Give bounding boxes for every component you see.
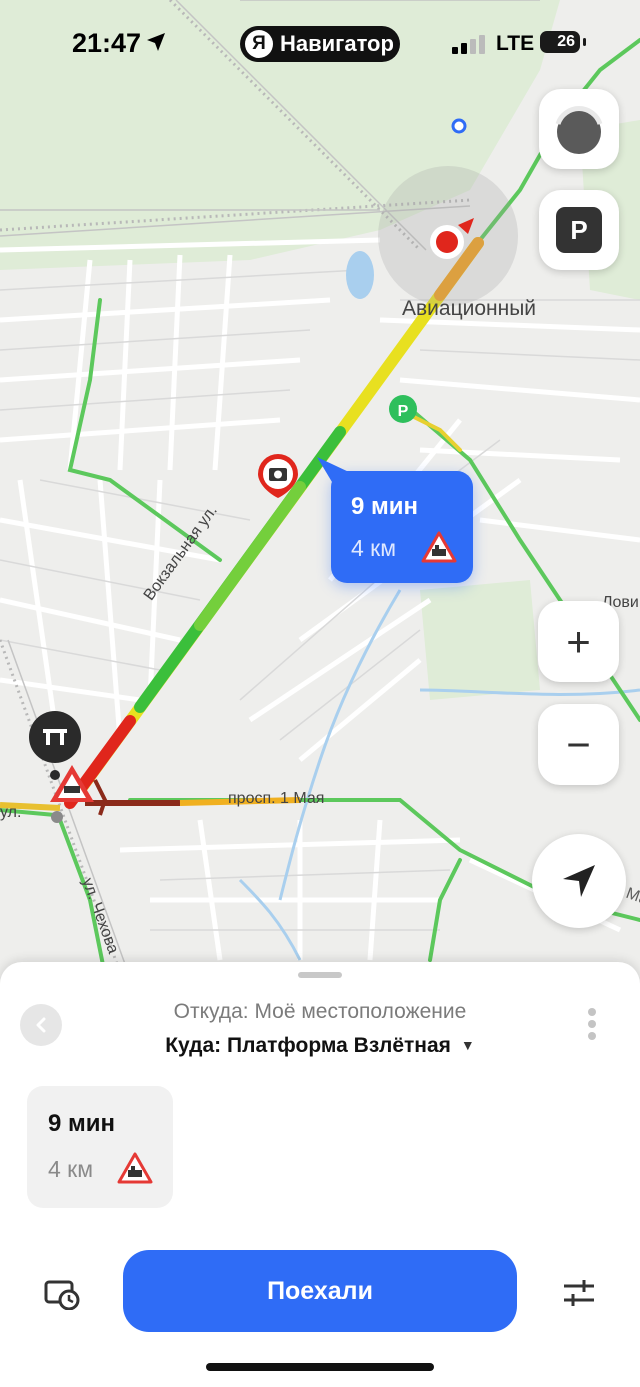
street-label-1-maya: просп. 1 Мая [228,790,325,807]
status-time: 21:47 [72,28,142,58]
to-location[interactable]: Куда: Платформа Взлётная ▼ [0,1034,640,1058]
plus-icon: + [566,617,591,665]
my-location-button[interactable] [532,834,626,928]
from-location[interactable]: Откуда: Моё местоположение [0,1000,640,1024]
dropdown-arrow-icon: ▼ [460,1037,475,1053]
yandex-logo-icon: Я [245,30,273,58]
route-sheet: Откуда: Моё местоположение Куда: Платфор… [0,962,640,1387]
minus-icon: − [566,720,591,768]
railway-crossing-warning-icon [421,531,457,563]
home-indicator[interactable] [206,1363,434,1371]
sheet-grabber[interactable] [298,972,342,978]
to-location-text: Куда: Платформа Взлётная [165,1034,451,1057]
app-name: Навигатор [280,31,394,56]
parking-layer-button[interactable]: P [539,190,619,270]
network-type: LTE [496,32,535,55]
status-bar: 21:47 Я Навигатор LTE 26 [0,0,640,88]
route-option-time: 9 мин [48,1110,116,1137]
app-back-pill[interactable]: Я Навигатор [240,26,400,62]
street-label-edge-left: ул. [0,804,22,821]
parking-icon: P [556,207,602,253]
route-bubble-distance: 4 км [351,535,397,561]
route-settings-icon[interactable] [562,1278,596,1308]
zoom-out-button[interactable]: − [538,704,619,785]
schedule-departure-icon[interactable] [44,1278,80,1310]
go-button[interactable]: Поехали [123,1250,517,1332]
traffic-layer-button[interactable] [539,89,619,169]
battery-tip [583,38,586,46]
route-option-card[interactable]: 9 мин 4 км [27,1086,173,1208]
battery-icon: 26 [540,31,580,53]
battery-level: 26 [557,33,575,50]
railway-crossing-warning-icon [117,1152,153,1184]
route-bubble-time: 9 мин [351,493,419,520]
zoom-in-button[interactable]: + [538,601,619,682]
route-time-bubble[interactable]: 9 мин 4 км [317,457,473,583]
traffic-toggle-icon [555,106,603,154]
cell-signal-icon [452,35,485,54]
navigation-arrow-icon [563,865,595,897]
bubble-pointer [317,457,351,487]
svg-text:P: P [398,403,409,420]
more-vertical-icon[interactable] [585,1006,599,1042]
location-arrow-icon [147,33,165,51]
place-label-aviatsionny: Авиационный [402,297,537,320]
route-option-distance: 4 км [48,1156,94,1182]
